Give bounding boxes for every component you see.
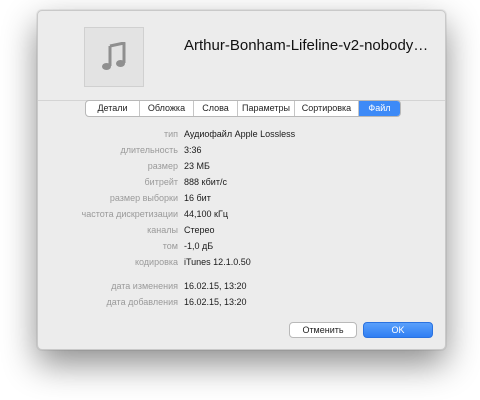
info-row-encoder: кодировка iTunes 12.1.0.50	[38, 257, 445, 271]
info-value: 16.02.15, 13:20	[184, 281, 247, 291]
info-row-date-added: дата добавления 16.02.15, 13:20	[38, 297, 445, 311]
info-label: дата изменения	[111, 281, 178, 291]
info-row-channels: каналы Стерео	[38, 225, 445, 239]
info-row-size: размер 23 МБ	[38, 161, 445, 175]
info-row-volume: том -1,0 дБ	[38, 241, 445, 255]
info-value: 44,100 кГц	[184, 209, 228, 219]
info-value: -1,0 дБ	[184, 241, 214, 251]
info-label: дата добавления	[106, 297, 179, 307]
dialog-header: Arthur-Bonham-Lifeline-v2-nobodyone-Mi..…	[38, 11, 445, 101]
tab-file[interactable]: Файл	[359, 101, 400, 116]
tab-lyrics[interactable]: Слова	[194, 101, 238, 116]
info-label: битрейт	[144, 177, 178, 187]
tab-details[interactable]: Детали	[86, 101, 140, 116]
info-label: том	[162, 241, 178, 251]
info-row-bitrate: битрейт 888 кбит/с	[38, 177, 445, 191]
tab-artwork[interactable]: Обложка	[140, 101, 194, 116]
file-info-dialog: Arthur-Bonham-Lifeline-v2-nobodyone-Mi..…	[37, 10, 446, 350]
info-label: тип	[163, 129, 178, 139]
info-value: 3:36	[184, 145, 202, 155]
info-value: 16.02.15, 13:20	[184, 297, 247, 307]
info-value: Стерео	[184, 225, 215, 235]
info-value: 16 бит	[184, 193, 211, 203]
info-row-sample-rate: частота дискретизации 44,100 кГц	[38, 209, 445, 223]
info-row-duration: длительность 3:36	[38, 145, 445, 159]
info-label: длительность	[120, 145, 179, 155]
info-row-sample-size: размер выборки 16 бит	[38, 193, 445, 207]
info-value: 888 кбит/с	[184, 177, 227, 187]
track-title: Arthur-Bonham-Lifeline-v2-nobodyone-Mi..…	[184, 37, 434, 54]
tab-bar: Детали Обложка Слова Параметры Сортировк…	[85, 100, 401, 117]
info-label: кодировка	[134, 257, 178, 267]
info-label: частота дискретизации	[81, 209, 178, 219]
tab-options[interactable]: Параметры	[238, 101, 295, 116]
info-value: iTunes 12.1.0.50	[184, 257, 251, 267]
info-label: каналы	[147, 225, 178, 235]
ok-button[interactable]: OK	[363, 322, 433, 338]
album-artwork	[84, 27, 144, 87]
music-note-icon	[85, 28, 143, 86]
tab-sorting[interactable]: Сортировка	[295, 101, 359, 116]
info-row-date-modified: дата изменения 16.02.15, 13:20	[38, 281, 445, 295]
cancel-button[interactable]: Отменить	[289, 322, 357, 338]
info-value: Аудиофайл Apple Lossless	[184, 129, 296, 139]
info-label: размер	[147, 161, 178, 171]
info-label: размер выборки	[109, 193, 178, 203]
info-value: 23 МБ	[184, 161, 210, 171]
info-row-type: тип Аудиофайл Apple Lossless	[38, 129, 445, 143]
